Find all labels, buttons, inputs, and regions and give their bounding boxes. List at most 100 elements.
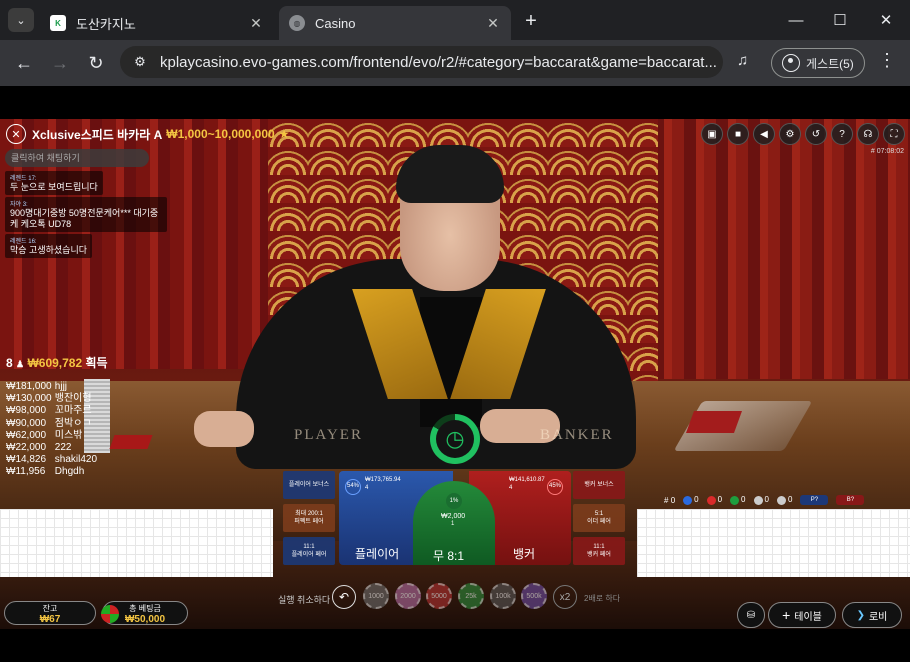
bet-odds: 5:1	[594, 511, 604, 517]
media-control-icon[interactable]: ♫	[737, 52, 748, 69]
history-icon[interactable]: ↺	[805, 123, 827, 145]
maximize-icon[interactable]: ☐	[820, 8, 860, 32]
tie-dot-icon	[730, 495, 740, 505]
winners-total: ₩609,782	[27, 356, 83, 370]
winner-row: ₩130,000 뱅잔이형	[6, 393, 97, 405]
close-tab-icon[interactable]: ✕	[246, 13, 266, 33]
player-pair-bet[interactable]: 11:1 플레이어 페어	[283, 537, 335, 565]
tab-title: Casino	[315, 15, 356, 31]
page-content: PLAYER BANKER ◷ ✕ Xclusive스피드 바카라 A ₩1,0…	[0, 86, 910, 662]
perfect-pair-bet[interactable]: 최대 200:1 퍼펙트 페어	[283, 504, 335, 532]
chip-1000[interactable]: 1000	[363, 583, 389, 609]
chat-icon[interactable]: ▣	[701, 123, 723, 145]
winner-amount: ₩98,000	[6, 405, 47, 417]
bet-limits[interactable]: ₩1,000~10,000,000	[166, 127, 274, 141]
winner-name: shakil420	[54, 454, 98, 466]
chat-user: 레젠드 16:	[10, 239, 37, 245]
bet-timer: ◷	[430, 414, 480, 464]
tab-casino[interactable]: ◍ Casino ✕	[279, 6, 511, 40]
tie-count: 1	[451, 521, 455, 527]
banker-pair-bet[interactable]: 11:1 뱅커 페어	[573, 537, 625, 565]
winner-row: ₩90,000 점박ㅇㄱ	[6, 418, 97, 430]
chip-25k[interactable]: 25k	[458, 583, 484, 609]
help-icon[interactable]: ?	[831, 123, 853, 145]
lobby-label: 로비	[868, 611, 888, 623]
lobby-arrow-icon: ❯	[856, 609, 865, 621]
either-pair-bet[interactable]: 5:1 이더 페어	[573, 504, 625, 532]
new-tab-button[interactable]: +	[520, 10, 542, 32]
winner-amount: ₩181,000	[6, 381, 52, 392]
tie-count-badge: 0	[730, 495, 746, 505]
winner-amount: ₩22,000	[6, 442, 47, 454]
close-window-icon[interactable]: ✕	[866, 8, 906, 32]
profile-button[interactable]: 게스트(5)	[771, 48, 865, 78]
winner-name: 미스밖	[54, 429, 83, 441]
bet-label: 뱅커 보너스	[584, 482, 614, 488]
big-road[interactable]	[637, 509, 910, 577]
pair-dot-icon	[753, 495, 763, 505]
clock-icon: ◷	[436, 420, 474, 458]
video-icon[interactable]: ■	[727, 123, 749, 145]
winner-name: 222	[54, 442, 72, 454]
reload-icon[interactable]: ↻	[84, 51, 108, 75]
undo-label: 실행 취소하다	[278, 595, 331, 605]
support-icon[interactable]: ☊	[857, 123, 879, 145]
balance-value: ₩67	[39, 614, 61, 625]
banker-pair-count: 0	[776, 495, 792, 505]
fullscreen-icon[interactable]: ⛶	[883, 123, 905, 145]
counter-value: 0	[764, 495, 769, 505]
bet-odds: 11:1	[593, 544, 605, 550]
player-bonus-bet[interactable]: 플레이어 보너스	[283, 471, 335, 499]
bottom-controls: 잔고 ₩67 총 베팅금 ₩50,000	[0, 601, 910, 629]
player-label: 플레이어	[355, 547, 400, 561]
undo-icon[interactable]: ↶	[332, 585, 356, 609]
forward-arrow-icon[interactable]: →	[48, 51, 72, 75]
chat-input[interactable]: 클릭하여 채팅하기	[5, 149, 149, 167]
cut-card	[685, 411, 743, 433]
tab-dosan-casino[interactable]: K 도산카지노 ✕	[40, 6, 274, 40]
mute-icon[interactable]: ◀	[753, 123, 775, 145]
minimize-icon[interactable]: —	[776, 8, 816, 32]
plus-icon: +	[782, 607, 791, 623]
star-icon[interactable]: ★	[279, 127, 290, 141]
back-arrow-icon[interactable]: ←	[12, 51, 36, 75]
player-percentage: 54%	[345, 479, 361, 495]
chip-100k[interactable]: 100k	[490, 583, 516, 609]
bet-label: 플레이어 페어	[291, 552, 327, 558]
winner-row: ₩14,826 shakil420	[6, 454, 97, 466]
settings-icon[interactable]: ⚙	[779, 123, 801, 145]
tab-search-button[interactable]: ⌄	[8, 8, 34, 32]
bet-label: 뱅커 페어	[587, 552, 611, 558]
chat-message: 자야 3: 900명대기중방 50명전문케어*** 대기중 케 케오톡 UD78	[5, 197, 167, 232]
round-id: # 07:08:02	[870, 148, 904, 155]
bead-road[interactable]	[0, 509, 273, 577]
close-tab-icon[interactable]: ✕	[483, 13, 503, 33]
winner-name: Dhgdh	[54, 466, 85, 478]
curtain-right	[640, 119, 910, 379]
game-header: ✕ Xclusive스피드 바카라 A ₩1,000~10,000,000 ★	[6, 123, 289, 145]
winners-list: ₩181,000 hjjj ₩130,000 뱅잔이형 ₩98,000 꼬마주르…	[6, 381, 97, 479]
banker-percentage: 45%	[547, 479, 563, 495]
chip-5000[interactable]: 5000	[426, 583, 452, 609]
lobby-button[interactable]: ❯ 로비	[842, 602, 902, 628]
more-menu-icon[interactable]: ⋮	[878, 50, 896, 71]
counter-value: 0	[717, 495, 723, 505]
site-settings-icon[interactable]: ⚙	[126, 48, 154, 76]
chip-500k[interactable]: 500k	[521, 583, 547, 609]
banker-prediction[interactable]: B?	[836, 495, 865, 505]
address-bar[interactable]: ⚙ kplaycasino.evo-games.com/frontend/evo…	[120, 46, 723, 78]
counter-value: 0	[741, 495, 746, 505]
url-text[interactable]: kplaycasino.evo-games.com/frontend/evo/r…	[160, 54, 720, 71]
close-game-icon[interactable]: ✕	[6, 124, 26, 144]
tie-bet-spot[interactable]: 1% ₩2,000 1 무 8:1	[413, 481, 495, 565]
double-button[interactable]: x2	[553, 585, 577, 609]
add-table-button[interactable]: + 테이블	[768, 602, 836, 628]
person-icon: ♟	[16, 359, 25, 369]
chip-2000[interactable]: 2000	[395, 583, 421, 609]
chat-message: 레젠드 16: 막승 고생하셨습니다	[5, 234, 93, 258]
winner-name: 뱅잔이형	[54, 393, 92, 405]
winner-name: 점박ㅇㄱ	[54, 417, 92, 429]
banker-bonus-bet[interactable]: 뱅커 보너스	[573, 471, 625, 499]
chip-stack-icon[interactable]: ⛁	[737, 602, 765, 628]
player-prediction[interactable]: P?	[800, 495, 829, 505]
